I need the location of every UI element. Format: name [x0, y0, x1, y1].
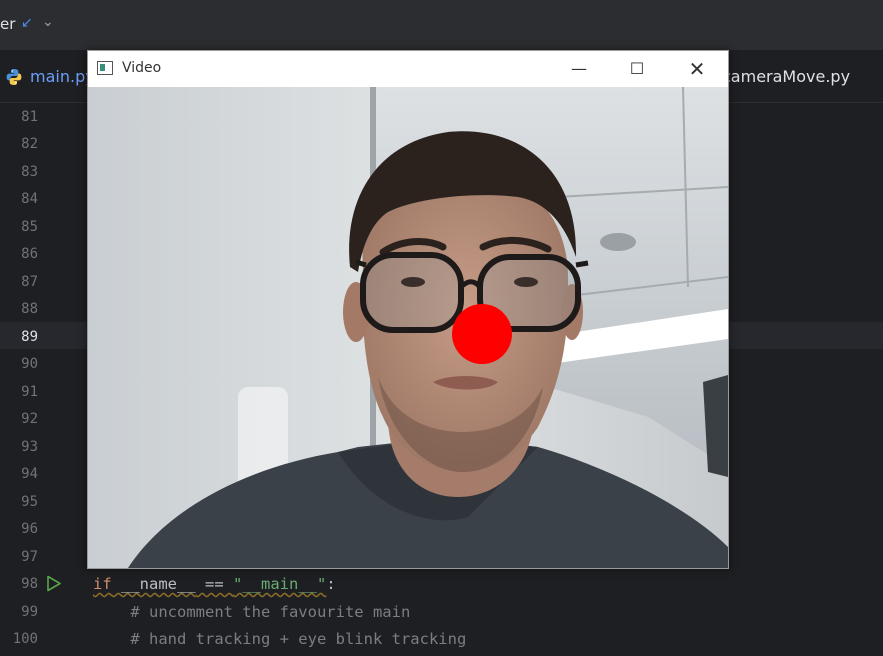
chevron-down-icon[interactable]: ⌄ [42, 14, 54, 30]
line-number[interactable]: 94 [0, 466, 38, 482]
line-number[interactable]: 87 [0, 274, 38, 290]
string-main: "__main__" [233, 575, 327, 593]
vcs-arrow-icon[interactable]: ↙ [21, 15, 33, 31]
colon: : [326, 575, 336, 593]
line-number[interactable]: 90 [0, 356, 38, 372]
line-number[interactable]: 99 [0, 604, 38, 620]
line-number[interactable]: 96 [0, 521, 38, 537]
dunder-name: __name__ [121, 575, 196, 593]
code-line-100[interactable]: # hand tracking + eye blink tracking [93, 630, 466, 648]
code-line-99[interactable]: # uncomment the favourite main [93, 603, 410, 621]
line-number[interactable]: 97 [0, 549, 38, 565]
line-number[interactable]: 88 [0, 301, 38, 317]
line-number-active[interactable]: 89 [0, 329, 38, 345]
webcam-video-frame [88, 87, 728, 568]
project-name[interactable]: er [0, 15, 15, 33]
close-button[interactable]: ✕ [668, 51, 726, 87]
line-number[interactable]: 84 [0, 191, 38, 207]
line-number[interactable]: 86 [0, 246, 38, 262]
line-number[interactable]: 95 [0, 494, 38, 510]
ide-top-bar: er ↙ ⌄ [0, 0, 883, 50]
webcam-image [88, 87, 728, 568]
red-nose-marker [452, 304, 512, 364]
minimize-button[interactable]: — [550, 51, 608, 87]
line-number[interactable]: 92 [0, 411, 38, 427]
tab-label: main.py [30, 67, 95, 86]
line-number[interactable]: 98 [0, 576, 38, 592]
line-number[interactable]: 82 [0, 136, 38, 152]
tab-cameramove-py[interactable]: cameraMove.py [722, 67, 850, 86]
keyword-if: if [93, 575, 112, 593]
line-number[interactable]: 83 [0, 164, 38, 180]
run-icon[interactable] [46, 575, 62, 592]
code-line-98[interactable]: if __name__ == "__main__": [93, 575, 336, 593]
video-window[interactable]: Video — ☐ ✕ [87, 50, 729, 569]
line-number[interactable]: 93 [0, 439, 38, 455]
video-window-titlebar[interactable]: Video — ☐ ✕ [88, 51, 728, 87]
opencv-window-icon [97, 61, 113, 75]
line-number[interactable]: 91 [0, 384, 38, 400]
tab-label: cameraMove.py [722, 67, 851, 86]
line-number[interactable]: 85 [0, 219, 38, 235]
line-number[interactable]: 81 [0, 109, 38, 125]
operator: == [195, 575, 233, 593]
line-number[interactable]: 100 [0, 631, 38, 647]
python-file-icon [6, 68, 22, 85]
tab-main-py[interactable]: main.py [5, 67, 95, 86]
window-title: Video [122, 60, 162, 76]
maximize-button[interactable]: ☐ [608, 51, 666, 87]
